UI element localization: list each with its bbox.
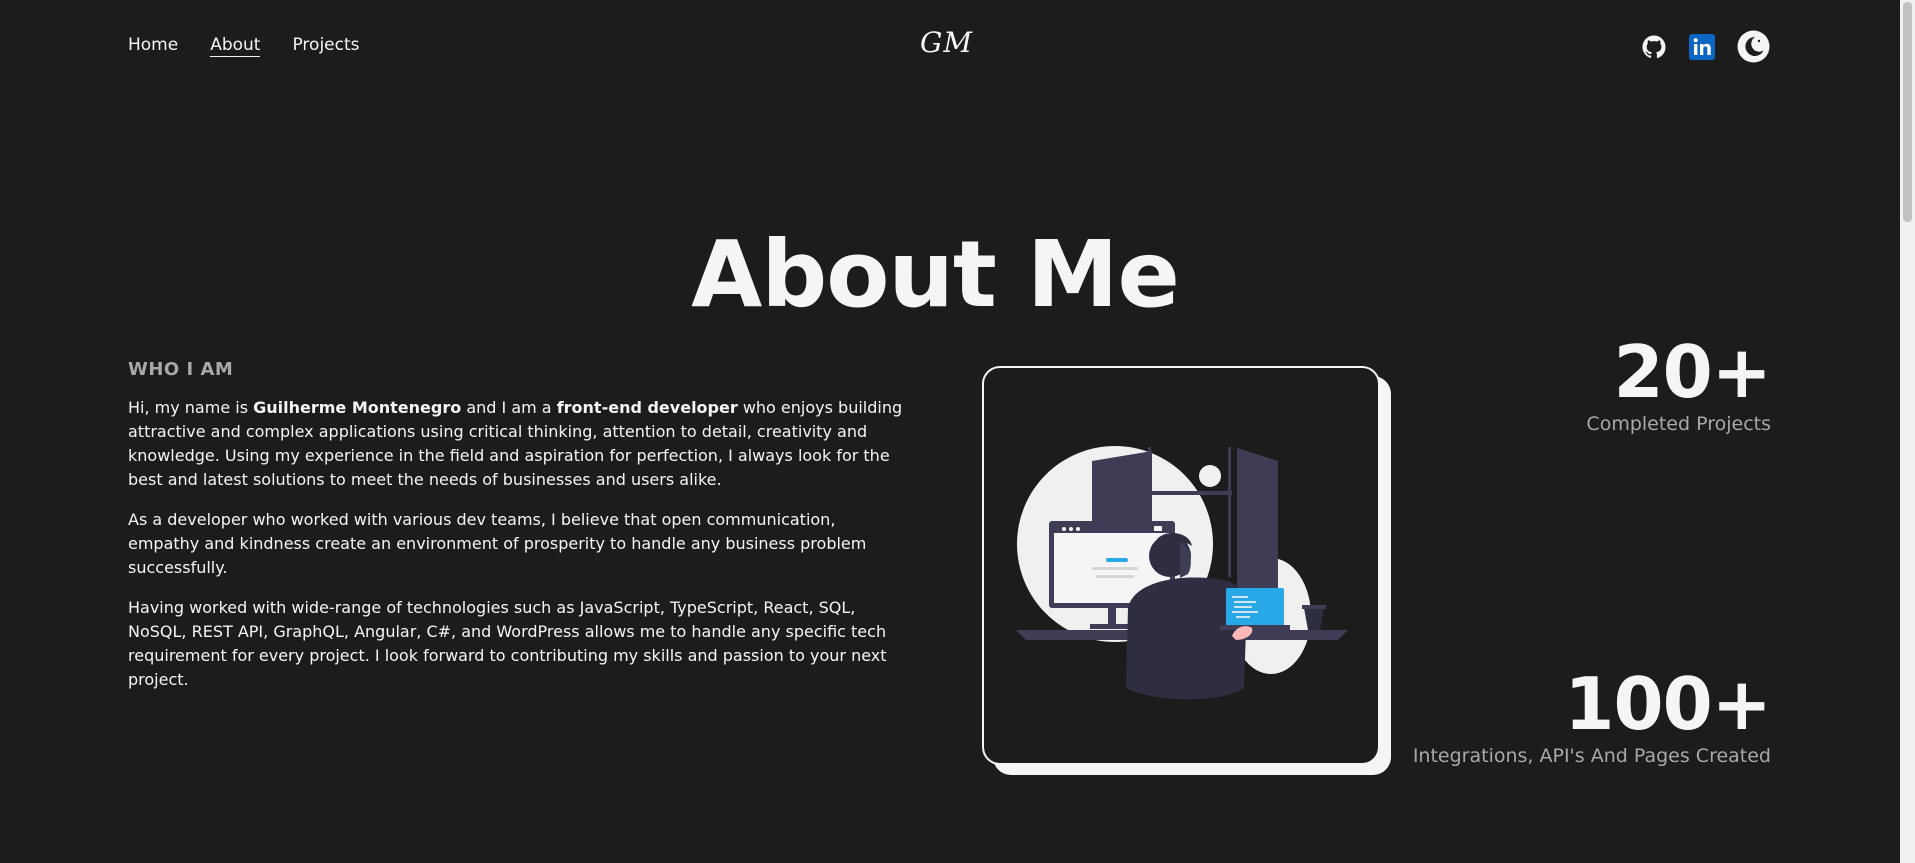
stat-completed-projects: 20+ Completed Projects <box>1400 330 1772 436</box>
about-page: Home About Projects GM About Me WHO I AM… <box>0 0 1900 863</box>
social-links <box>1641 30 1770 63</box>
linkedin-icon[interactable] <box>1689 33 1715 60</box>
author-name: Guilherme Montenegro <box>253 398 462 417</box>
stat-value: 20+ <box>1613 330 1772 414</box>
scrollbar-thumb[interactable] <box>1903 2 1912 222</box>
stat-label: Completed Projects <box>1586 413 1771 435</box>
teamwork-paragraph: As a developer who worked with various d… <box>128 510 867 577</box>
stat-label: Integrations, API's And Pages Created <box>1412 745 1771 767</box>
github-icon[interactable] <box>1641 34 1667 60</box>
illustration-frame <box>982 366 1380 765</box>
theme-toggle-moon-icon[interactable] <box>1737 30 1770 63</box>
who-i-am-section: WHO I AM Hi, my name is Guilherme Monten… <box>128 359 908 708</box>
intro-text-mid: and I am a <box>461 398 557 417</box>
page-title: About Me <box>691 220 1180 328</box>
main-nav: Home About Projects <box>128 34 360 57</box>
author-role: front-end developer <box>556 398 738 417</box>
intro-paragraph: Hi, my name is Guilherme Montenegro and … <box>128 396 908 492</box>
site-logo[interactable]: GM <box>920 26 973 59</box>
stat-integrations: 100+ Integrations, API's And Pages Creat… <box>1400 662 1772 768</box>
nav-home-link[interactable]: Home <box>128 34 178 57</box>
vertical-scrollbar[interactable] <box>1900 0 1915 863</box>
developer-illustration <box>1016 446 1348 700</box>
technologies-paragraph: Having worked with wide-range of technol… <box>128 598 887 689</box>
who-i-am-title: WHO I AM <box>128 359 234 380</box>
stat-value: 100+ <box>1564 662 1772 746</box>
nav-projects-link[interactable]: Projects <box>292 34 359 57</box>
nav-about-link[interactable]: About <box>210 34 261 57</box>
intro-text-start: Hi, my name is <box>128 398 254 417</box>
